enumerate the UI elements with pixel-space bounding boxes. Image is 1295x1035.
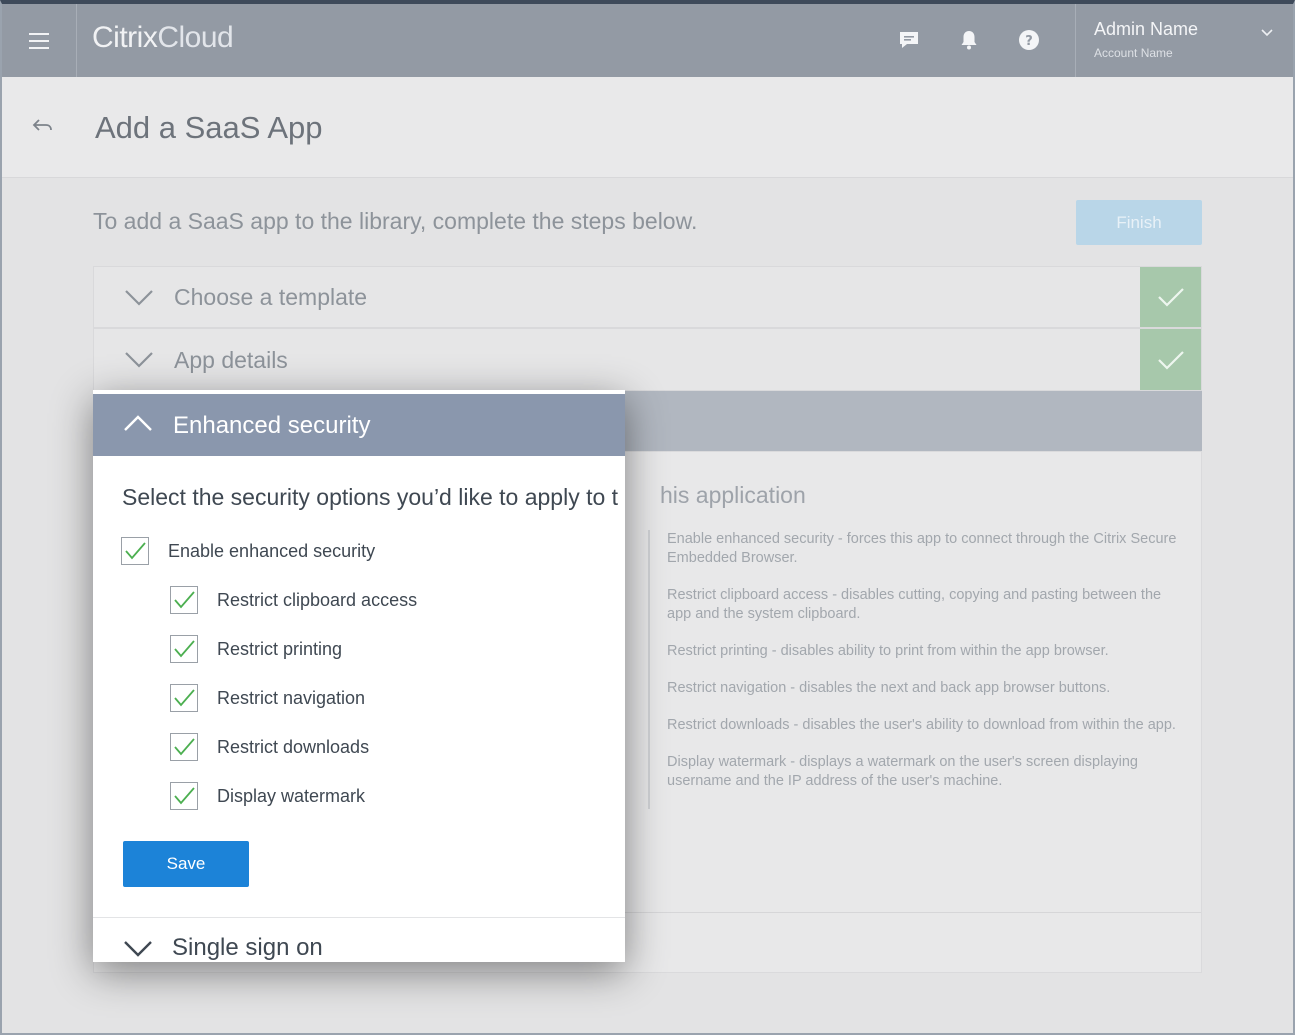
- description-item: Restrict navigation - disables the next …: [667, 680, 1111, 696]
- description-item: Restrict clipboard access - disables cut…: [667, 587, 1162, 622]
- description-item: Enable enhanced security - forces this a…: [667, 531, 1177, 566]
- check-icon: [1140, 267, 1201, 327]
- chevron-down-icon: [123, 940, 153, 962]
- app-window: CitrixCloud ? Admin Name Account Name Ad…: [0, 0, 1295, 1035]
- checkbox-checked-icon: [170, 733, 198, 761]
- menu-button[interactable]: [2, 4, 77, 77]
- check-icon: [1140, 329, 1201, 390]
- checkbox-checked-icon: [121, 537, 149, 565]
- svg-text:?: ?: [1025, 34, 1033, 49]
- hamburger-icon: [29, 30, 49, 51]
- description-item: Restrict downloads - disables the user's…: [667, 717, 1176, 733]
- description-item: Restrict printing - disables ability to …: [667, 643, 1109, 659]
- intro-text: To add a SaaS app to the library, comple…: [93, 208, 698, 234]
- chevron-up-icon: [123, 414, 153, 437]
- description-item: Display watermark - displays a watermark…: [667, 754, 1138, 789]
- option-label: Enable enhanced security: [168, 540, 376, 561]
- checkbox-checked-icon: [170, 635, 198, 663]
- enhanced-security-panel: Enhanced security Select the security op…: [93, 390, 625, 962]
- save-button[interactable]: Save: [123, 841, 249, 887]
- step-label: Single sign on: [172, 934, 323, 961]
- step-choose-template[interactable]: Choose a template: [93, 266, 1202, 328]
- brand-secondary: Cloud: [157, 21, 234, 54]
- checkbox-checked-icon: [170, 782, 198, 810]
- step-app-details[interactable]: App details: [93, 328, 1202, 391]
- brand-logo: CitrixCloud: [92, 21, 234, 55]
- chat-icon[interactable]: [897, 28, 921, 52]
- chevron-down-icon: [1261, 24, 1273, 42]
- option-label: Restrict navigation: [217, 687, 366, 708]
- restrict-navigation-checkbox[interactable]: Restrict navigation: [170, 684, 365, 712]
- checkbox-checked-icon: [170, 586, 198, 614]
- restrict-printing-checkbox[interactable]: Restrict printing: [170, 635, 342, 663]
- chevron-down-icon: [124, 351, 154, 374]
- help-icon[interactable]: ?: [1017, 28, 1041, 52]
- option-label: Display watermark: [217, 785, 366, 806]
- option-descriptions: Enable enhanced security - forces this a…: [648, 530, 1188, 809]
- account-name: Account Name: [1094, 46, 1173, 60]
- checkbox-checked-icon: [170, 684, 198, 712]
- option-label: Restrict printing: [217, 638, 343, 659]
- restrict-downloads-checkbox[interactable]: Restrict downloads: [170, 733, 369, 761]
- display-watermark-checkbox[interactable]: Display watermark: [170, 782, 365, 810]
- finish-button[interactable]: Finish: [1076, 200, 1202, 245]
- option-label: Restrict clipboard access: [217, 589, 418, 610]
- brand-primary: Citrix: [92, 21, 158, 54]
- back-arrow-icon[interactable]: [32, 117, 54, 138]
- page-title: Add a SaaS App: [95, 110, 323, 145]
- option-label: Restrict downloads: [217, 736, 370, 757]
- user-name: Admin Name: [1094, 19, 1199, 39]
- user-menu[interactable]: Admin Name Account Name: [1075, 4, 1293, 77]
- step-single-sign-on[interactable]: Single sign on: [93, 918, 625, 962]
- step-label: Enhanced security: [173, 412, 371, 439]
- chevron-down-icon: [124, 289, 154, 312]
- security-heading: Select the security options you’d like t…: [122, 484, 619, 510]
- restrict-clipboard-checkbox[interactable]: Restrict clipboard access: [170, 586, 417, 614]
- page-header: Add a SaaS App: [2, 77, 1293, 178]
- step-label: App details: [174, 347, 288, 373]
- top-bar: CitrixCloud ? Admin Name Account Name: [2, 4, 1293, 77]
- enable-enhanced-security-checkbox[interactable]: Enable enhanced security: [121, 537, 375, 565]
- security-heading-overflow: his application: [660, 482, 806, 508]
- step-label: Choose a template: [174, 284, 368, 310]
- bell-icon[interactable]: [957, 28, 981, 52]
- step-enhanced-security[interactable]: Enhanced security: [93, 394, 625, 456]
